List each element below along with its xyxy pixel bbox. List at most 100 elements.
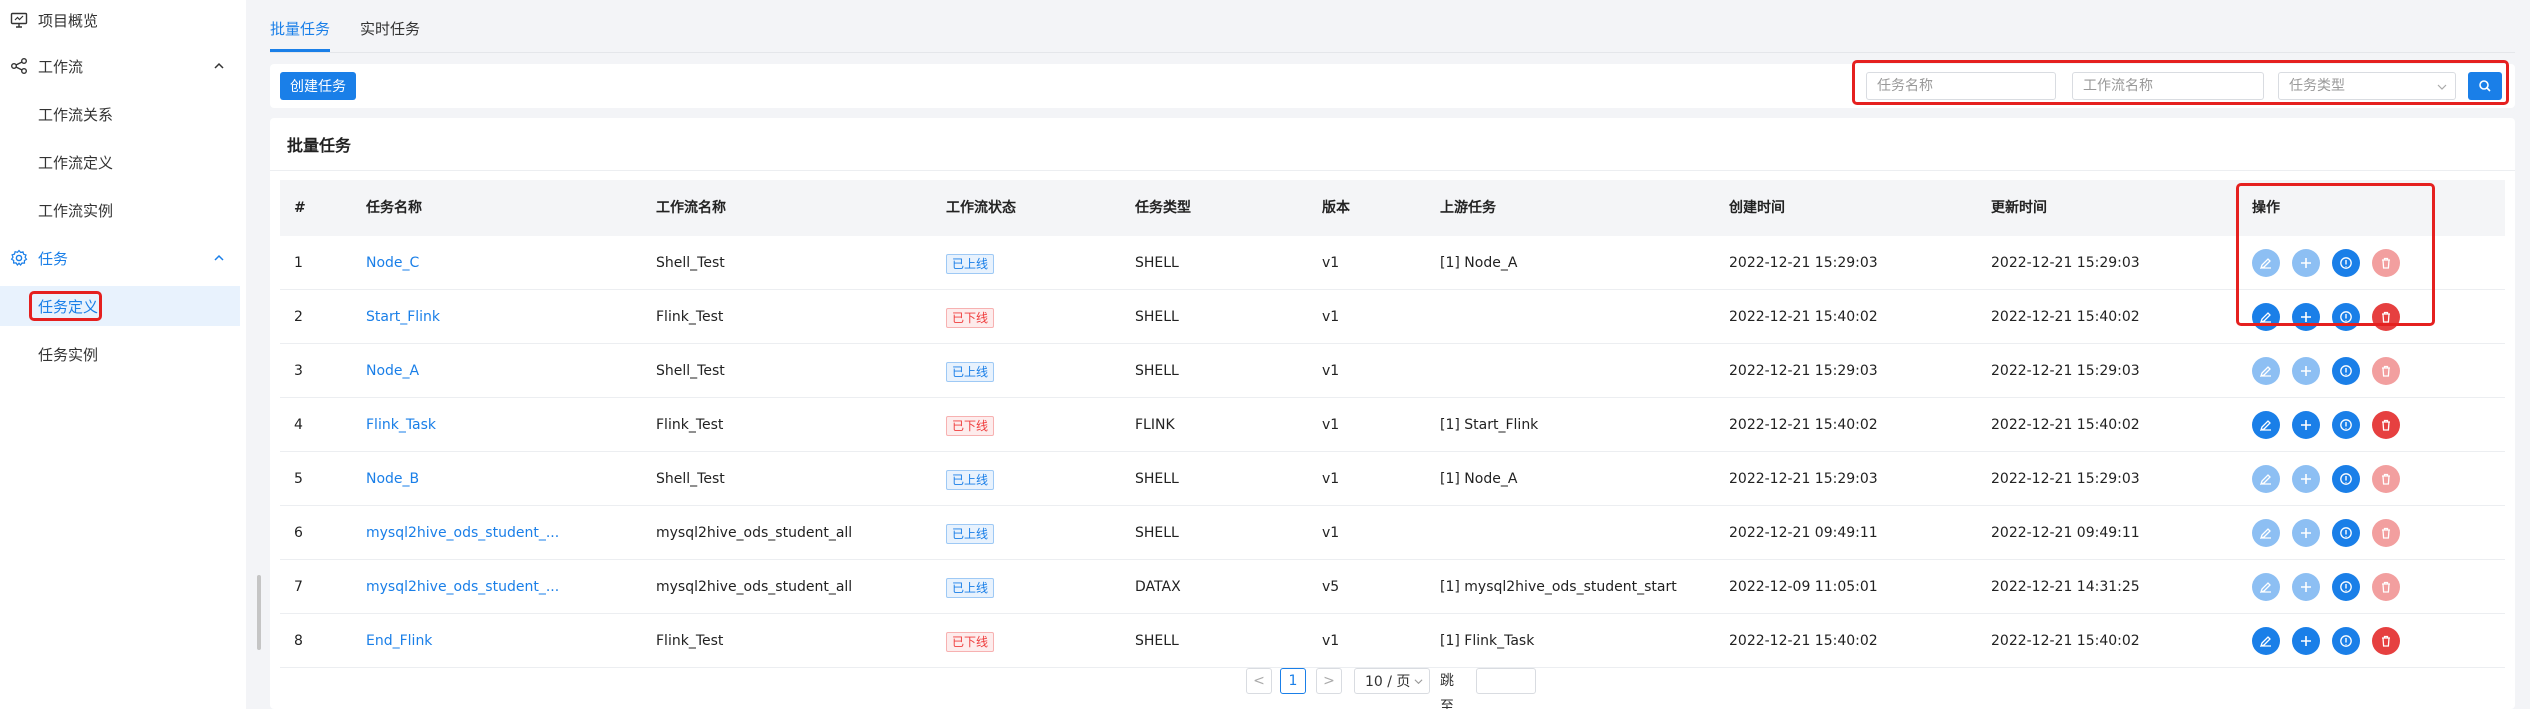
cell-created-time: 2022-12-21 15:40:02 — [1729, 309, 1878, 325]
edit-icon — [2259, 312, 2271, 324]
task-name-link[interactable]: End_Flink — [366, 614, 432, 668]
sidebar-item-workflow-definition[interactable]: 工作流定义 — [0, 142, 240, 182]
next-page-button[interactable]: > — [1316, 668, 1342, 694]
edit-button[interactable] — [2252, 519, 2280, 547]
cell-index: 5 — [294, 471, 303, 487]
task-name-link[interactable]: Flink_Task — [366, 398, 436, 452]
task-name-link[interactable]: Node_B — [366, 452, 419, 506]
info-button[interactable] — [2332, 411, 2360, 439]
cell-version: v1 — [1322, 525, 1340, 541]
tab-realtime-task[interactable]: 实时任务 — [360, 16, 420, 54]
add-button[interactable] — [2292, 519, 2320, 547]
info-button[interactable] — [2332, 519, 2360, 547]
edit-button[interactable] — [2252, 465, 2280, 493]
delete-button[interactable] — [2372, 519, 2400, 547]
chevron-up-icon — [214, 254, 224, 261]
add-button[interactable] — [2292, 303, 2320, 331]
task-name-link[interactable]: Node_A — [366, 344, 419, 398]
cell-updated-time: 2022-12-21 15:29:03 — [1991, 363, 2140, 379]
trash-icon — [2382, 311, 2390, 323]
task-name-link[interactable]: Node_C — [366, 236, 419, 290]
sidebar-item-task-instance[interactable]: 任务实例 — [0, 334, 240, 374]
delete-button[interactable] — [2372, 627, 2400, 655]
sidebar-scrollbar[interactable] — [257, 575, 261, 650]
jump-label: 跳至 — [1440, 673, 1454, 709]
delete-button[interactable] — [2372, 303, 2400, 331]
delete-button[interactable] — [2372, 249, 2400, 277]
cell-version: v1 — [1322, 309, 1340, 325]
table-row: 6 mysql2hive_ods_student_... mysql2hive_od… — [280, 506, 2505, 560]
add-button[interactable] — [2292, 627, 2320, 655]
page-1-button[interactable]: 1 — [1280, 668, 1306, 694]
cell-index: 7 — [294, 579, 303, 595]
add-button[interactable] — [2292, 465, 2320, 493]
prev-page-button[interactable]: < — [1246, 668, 1272, 694]
delete-button[interactable] — [2372, 573, 2400, 601]
sidebar-item-label: 项目概览 — [38, 11, 99, 30]
cell-upstream: [1] Node_A — [1440, 471, 1518, 487]
add-button[interactable] — [2292, 249, 2320, 277]
task-name-link[interactable]: Start_Flink — [366, 290, 440, 344]
info-icon — [2340, 311, 2352, 323]
gear-icon — [10, 249, 28, 267]
edit-icon — [2259, 528, 2271, 540]
edit-button[interactable] — [2252, 357, 2280, 385]
tab-divider — [270, 52, 2515, 53]
info-button[interactable] — [2332, 249, 2360, 277]
cell-updated-time: 2022-12-21 15:40:02 — [1991, 309, 2140, 325]
column-header-task-name: 任务名称 — [366, 200, 422, 216]
cell-created-time: 2022-12-21 15:40:02 — [1729, 417, 1878, 433]
sidebar-item-label: 工作流 — [38, 57, 84, 76]
cell-created-time: 2022-12-21 09:49:11 — [1729, 525, 1878, 541]
task-name-link[interactable]: mysql2hive_ods_student_... — [366, 560, 559, 614]
column-header-actions: 操作 — [2252, 200, 2280, 216]
cell-updated-time: 2022-12-21 15:40:02 — [1991, 633, 2140, 649]
sidebar-item-workflow-instance[interactable]: 工作流实例 — [0, 190, 240, 230]
task-name-link[interactable]: mysql2hive_ods_student_... — [366, 506, 559, 560]
delete-button[interactable] — [2372, 357, 2400, 385]
task-name-input[interactable]: 任务名称 — [1866, 72, 2056, 100]
page-size-select[interactable]: 10 / 页 — [1354, 668, 1430, 694]
edit-button[interactable] — [2252, 627, 2280, 655]
sidebar-item-task-definition[interactable]: 任务定义 — [0, 286, 240, 326]
cell-workflow-name: Shell_Test — [656, 363, 725, 379]
plus-icon — [2301, 420, 2311, 430]
column-header-upstream: 上游任务 — [1440, 200, 1496, 216]
table-row: 8 End_Flink Flink_Test 已下线 SHELL v1 [1] Flink_… — [280, 614, 2505, 668]
delete-button[interactable] — [2372, 411, 2400, 439]
edit-button[interactable] — [2252, 573, 2280, 601]
add-button[interactable] — [2292, 357, 2320, 385]
cell-workflow-name: Flink_Test — [656, 309, 724, 325]
add-button[interactable] — [2292, 573, 2320, 601]
info-button[interactable] — [2332, 627, 2360, 655]
status-badge: 已上线 — [946, 470, 995, 490]
search-button[interactable] — [2468, 72, 2502, 100]
cell-workflow-name: Shell_Test — [656, 471, 725, 487]
add-button[interactable] — [2292, 411, 2320, 439]
sidebar-item-task[interactable]: 任务 — [0, 238, 240, 278]
edit-button[interactable] — [2252, 303, 2280, 331]
cell-created-time: 2022-12-21 15:29:03 — [1729, 363, 1878, 379]
task-panel: 批量任务 # 任务名称 工作流名称 工作流状态 任务类型 版本 上游任务 创建时… — [270, 118, 2515, 709]
cell-updated-time: 2022-12-21 15:40:02 — [1991, 417, 2140, 433]
panel-title: 批量任务 — [287, 136, 352, 155]
edit-icon — [2259, 474, 2271, 486]
workflow-name-input[interactable]: 工作流名称 — [2072, 72, 2264, 100]
delete-button[interactable] — [2372, 465, 2400, 493]
info-button[interactable] — [2332, 357, 2360, 385]
info-button[interactable] — [2332, 303, 2360, 331]
info-button[interactable] — [2332, 465, 2360, 493]
edit-button[interactable] — [2252, 249, 2280, 277]
edit-button[interactable] — [2252, 411, 2280, 439]
status-badge: 已上线 — [946, 254, 995, 274]
info-button[interactable] — [2332, 573, 2360, 601]
sidebar-item-workflow[interactable]: 工作流 — [0, 46, 240, 86]
tab-batch-task[interactable]: 批量任务 — [270, 16, 331, 54]
jump-input[interactable] — [1476, 668, 1536, 694]
sidebar-item-overview[interactable]: 项目概览 — [0, 0, 240, 40]
info-icon — [2340, 419, 2352, 431]
create-task-button[interactable]: 创建任务 — [280, 72, 356, 100]
cell-task-type: SHELL — [1135, 309, 1179, 325]
sidebar-item-workflow-relation[interactable]: 工作流关系 — [0, 94, 240, 134]
task-type-select[interactable]: 任务类型 — [2278, 72, 2456, 100]
